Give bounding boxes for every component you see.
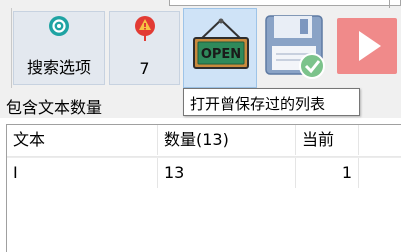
table-row[interactable]: I 13 1 (7, 157, 401, 188)
cell-current: 1 (296, 158, 359, 188)
column-header-current[interactable]: 当前 (296, 125, 359, 155)
toolbar: 搜索选项 7 OPEN (0, 8, 401, 88)
table-header: 文本 数量(13) 当前 (7, 125, 401, 155)
toolbar-left-handle (0, 8, 12, 88)
warning-pin-icon (133, 15, 157, 45)
search-options-button[interactable]: 搜索选项 (13, 11, 105, 85)
cell-count: 13 (158, 158, 296, 188)
section-title: 包含文本数量 (6, 98, 103, 117)
gear-icon (48, 15, 70, 41)
play-icon (337, 18, 397, 78)
open-sign-text: OPEN (201, 47, 241, 62)
cell-extra (359, 158, 401, 188)
save-disk-icon (264, 14, 328, 84)
top-strip (0, 0, 401, 8)
open-sign-icon: OPEN (190, 18, 252, 78)
cell-text: I (7, 158, 158, 188)
search-field-edge[interactable] (169, 0, 401, 6)
search-options-label: 搜索选项 (26, 58, 91, 77)
open-list-button[interactable]: OPEN (183, 8, 257, 88)
column-header-extra[interactable] (359, 125, 401, 155)
start-button[interactable] (334, 8, 401, 88)
column-header-count[interactable]: 数量(13) (158, 125, 296, 155)
results-table[interactable]: 文本 数量(13) 当前 I 13 1 (6, 124, 401, 252)
tooltip-text: 打开曾保存过的列表 (190, 95, 326, 113)
count-button[interactable]: 7 (109, 11, 180, 85)
column-header-text[interactable]: 文本 (7, 125, 158, 155)
count-value: 7 (139, 59, 150, 78)
tooltip: 打开曾保存过的列表 (183, 88, 360, 116)
divider (389, 0, 390, 8)
save-list-button[interactable] (258, 8, 332, 88)
